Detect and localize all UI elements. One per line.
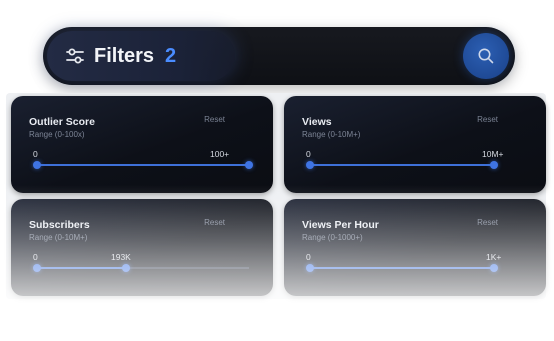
filters-button[interactable]: Filters 2 — [47, 31, 235, 81]
filter-range: Range (0-10M+) — [29, 233, 88, 242]
slider-max-thumb[interactable] — [245, 161, 253, 169]
filter-title: Outlier Score — [29, 116, 95, 128]
filter-title: Views Per Hour — [302, 219, 379, 231]
filter-card-views: Views Range (0-10M+) Reset 0 10M+ — [284, 96, 546, 193]
filter-range: Range (0-10M+) — [302, 130, 361, 139]
slider-min-label: 0 — [306, 252, 311, 262]
reset-button[interactable]: Reset — [204, 218, 225, 227]
slider-min-thumb[interactable] — [33, 161, 41, 169]
filter-card-subscribers: Subscribers Range (0-10M+) Reset 0 193K — [11, 199, 273, 296]
slider-min-thumb[interactable] — [33, 264, 41, 272]
reset-button[interactable]: Reset — [477, 115, 498, 124]
slider-max-thumb[interactable] — [122, 264, 130, 272]
filter-card-outlier-score: Outlier Score Range (0-100x) Reset 0 100… — [11, 96, 273, 193]
range-slider[interactable] — [33, 264, 249, 272]
filter-range: Range (0-100x) — [29, 130, 85, 139]
slider-min-label: 0 — [33, 149, 38, 159]
slider-max-thumb[interactable] — [490, 264, 498, 272]
slider-fill — [310, 267, 494, 269]
slider-min-thumb[interactable] — [306, 264, 314, 272]
filter-title: Subscribers — [29, 219, 90, 231]
range-slider[interactable] — [306, 264, 498, 272]
search-icon — [478, 48, 494, 64]
slider-fill — [37, 164, 249, 166]
slider-min-thumb[interactable] — [306, 161, 314, 169]
slider-fill — [37, 267, 126, 269]
active-filters-count: 2 — [165, 45, 177, 67]
slider-max-label: 100+ — [210, 149, 230, 159]
reset-button[interactable]: Reset — [204, 115, 225, 124]
sliders-icon — [66, 48, 84, 64]
slider-min-label: 0 — [33, 252, 38, 262]
range-slider[interactable] — [306, 161, 498, 169]
filter-card-views-per-hour: Views Per Hour Range (0-1000+) Reset 0 1… — [284, 199, 546, 296]
filter-title: Views — [302, 116, 332, 128]
reset-button[interactable]: Reset — [477, 218, 498, 227]
search-button[interactable] — [463, 33, 509, 79]
range-slider[interactable] — [33, 161, 253, 169]
slider-max-label: 193K — [111, 252, 131, 262]
filters-label: Filters — [94, 45, 155, 67]
slider-max-thumb[interactable] — [490, 161, 498, 169]
slider-fill — [310, 164, 494, 166]
filter-bar: Filters 2 — [43, 27, 515, 85]
filter-range: Range (0-1000+) — [302, 233, 363, 242]
slider-max-label: 10M+ — [482, 149, 504, 159]
slider-min-label: 0 — [306, 149, 311, 159]
slider-max-label: 1K+ — [486, 252, 502, 262]
